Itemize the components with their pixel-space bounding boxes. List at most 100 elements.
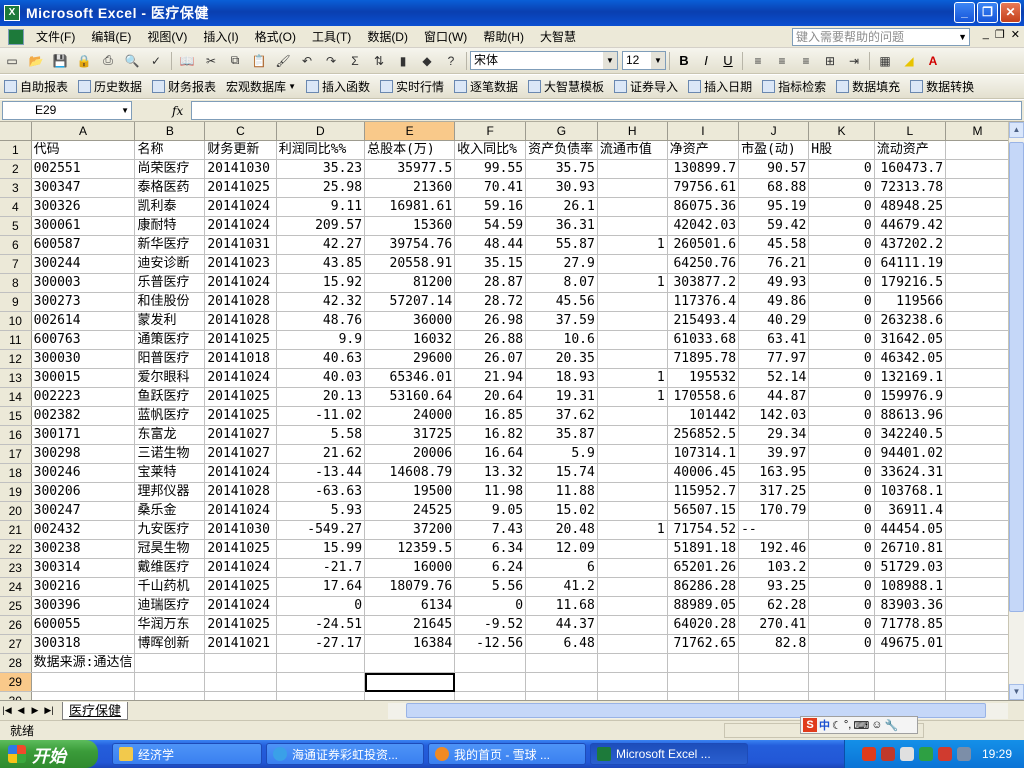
cell[interactable]: 9.11 [276, 197, 366, 217]
row-header[interactable]: 22 [0, 539, 32, 559]
cell[interactable]: 1 [597, 235, 668, 255]
menu-help[interactable]: 帮助(H) [475, 27, 532, 47]
cell[interactable]: 49.86 [738, 292, 810, 312]
cell[interactable] [276, 672, 366, 692]
cell[interactable]: 20558.91 [364, 254, 456, 274]
cell[interactable]: 20141028 [204, 311, 277, 331]
row-header[interactable]: 19 [0, 482, 32, 502]
cell[interactable]: 1 [597, 520, 668, 540]
menu-data[interactable]: 数据(D) [359, 27, 416, 47]
cell[interactable]: 56507.15 [667, 501, 740, 521]
cell[interactable] [134, 691, 206, 700]
cell[interactable]: 170.79 [738, 501, 810, 521]
cell[interactable]: 002614 [31, 311, 136, 331]
cell[interactable]: 42.32 [276, 292, 366, 312]
cell[interactable]: 263238.6 [874, 311, 947, 331]
cell[interactable]: 鱼跃医疗 [134, 387, 206, 407]
cell[interactable]: 115952.7 [667, 482, 740, 502]
cell[interactable]: 0 [808, 178, 875, 198]
name-box[interactable]: E29 ▼ [2, 101, 132, 120]
cell[interactable]: 26710.81 [874, 539, 947, 559]
row-header[interactable]: 1 [0, 140, 32, 160]
cell[interactable]: 0 [808, 216, 875, 236]
cell[interactable]: 7.43 [454, 520, 527, 540]
cell[interactable]: 37.62 [525, 406, 598, 426]
cell[interactable]: 20141024 [204, 463, 277, 483]
row-header[interactable]: 21 [0, 520, 32, 540]
cell[interactable]: -9.52 [454, 615, 527, 635]
menu-tools[interactable]: 工具(T) [304, 27, 359, 47]
cell[interactable]: 0 [808, 596, 875, 616]
cell[interactable] [597, 501, 668, 521]
cell[interactable] [945, 197, 1010, 217]
cell[interactable]: 20141028 [204, 482, 277, 502]
cell[interactable]: 27.9 [525, 254, 598, 274]
cell[interactable]: 44454.05 [874, 520, 947, 540]
cell[interactable]: 48.44 [454, 235, 527, 255]
cell[interactable]: 39754.76 [364, 235, 456, 255]
cell[interactable] [204, 653, 277, 673]
cell[interactable]: 数据来源:通达信 [31, 653, 136, 673]
cell[interactable]: 0 [808, 501, 875, 521]
menu-view[interactable]: 视图(V) [139, 27, 195, 47]
formula-input[interactable] [191, 101, 1022, 120]
cell[interactable]: 33624.31 [874, 463, 947, 483]
cell[interactable]: 192.46 [738, 539, 810, 559]
cell[interactable]: 10.6 [525, 330, 598, 350]
cell[interactable]: 179216.5 [874, 273, 947, 293]
cell[interactable] [945, 691, 1010, 700]
cell[interactable]: 43.85 [276, 254, 366, 274]
cell[interactable]: 三诺生物 [134, 444, 206, 464]
cell[interactable]: 20141024 [204, 216, 277, 236]
cell[interactable] [525, 672, 598, 692]
cell[interactable]: 20141028 [204, 292, 277, 312]
row-header[interactable]: 3 [0, 178, 32, 198]
taskbar-item-xueqiu[interactable]: 我的首页 - 雪球 ... [428, 743, 586, 765]
row-header[interactable]: 12 [0, 349, 32, 369]
cell[interactable]: 11.68 [525, 596, 598, 616]
cell[interactable]: 35.87 [525, 425, 598, 445]
row-header[interactable]: 26 [0, 615, 32, 635]
cell[interactable] [276, 691, 366, 700]
cell[interactable]: 86286.28 [667, 577, 740, 597]
cell[interactable]: 0 [808, 368, 875, 388]
volume-icon[interactable] [899, 747, 914, 761]
punctuation-icon[interactable]: °, [844, 719, 851, 731]
prev-sheet-icon[interactable]: ◀ [14, 705, 28, 716]
cell[interactable]: 0 [808, 634, 875, 654]
cell[interactable]: 12359.5 [364, 539, 456, 559]
underline-button[interactable]: U [717, 51, 739, 71]
format-painter-icon[interactable]: 🖌 [272, 51, 294, 71]
cell[interactable]: 77.97 [738, 349, 810, 369]
cell[interactable]: 37.59 [525, 311, 598, 331]
cell[interactable]: 28.72 [454, 292, 527, 312]
cell[interactable]: 0 [808, 197, 875, 217]
cell[interactable]: 42042.03 [667, 216, 740, 236]
drawing-icon[interactable]: ◆ [416, 51, 438, 71]
cell[interactable]: 0 [454, 596, 527, 616]
cell[interactable]: 1 [597, 273, 668, 293]
cell[interactable]: 83903.36 [874, 596, 947, 616]
cell[interactable]: -12.56 [454, 634, 527, 654]
sogou-tray-icon[interactable] [861, 747, 876, 761]
cell[interactable]: 53160.64 [364, 387, 456, 407]
cell[interactable]: 88613.96 [874, 406, 947, 426]
cell[interactable]: 17.64 [276, 577, 366, 597]
cell[interactable] [945, 330, 1010, 350]
cell[interactable]: 蒙发利 [134, 311, 206, 331]
cell[interactable]: 46342.05 [874, 349, 947, 369]
column-header[interactable]: J [738, 122, 810, 141]
cell[interactable] [945, 425, 1010, 445]
cell[interactable]: 千山药机 [134, 577, 206, 597]
cell[interactable]: 博晖创新 [134, 634, 206, 654]
cell[interactable]: 68.88 [738, 178, 810, 198]
cell[interactable] [597, 577, 668, 597]
ime-mode-label[interactable]: 中 [819, 717, 830, 733]
cell[interactable]: 35.23 [276, 159, 366, 179]
cell[interactable] [31, 691, 136, 700]
cell[interactable]: 20141027 [204, 444, 277, 464]
cell[interactable]: 0 [808, 615, 875, 635]
cell[interactable]: 15.92 [276, 273, 366, 293]
column-header[interactable]: I [667, 122, 740, 141]
cell[interactable]: 002551 [31, 159, 136, 179]
